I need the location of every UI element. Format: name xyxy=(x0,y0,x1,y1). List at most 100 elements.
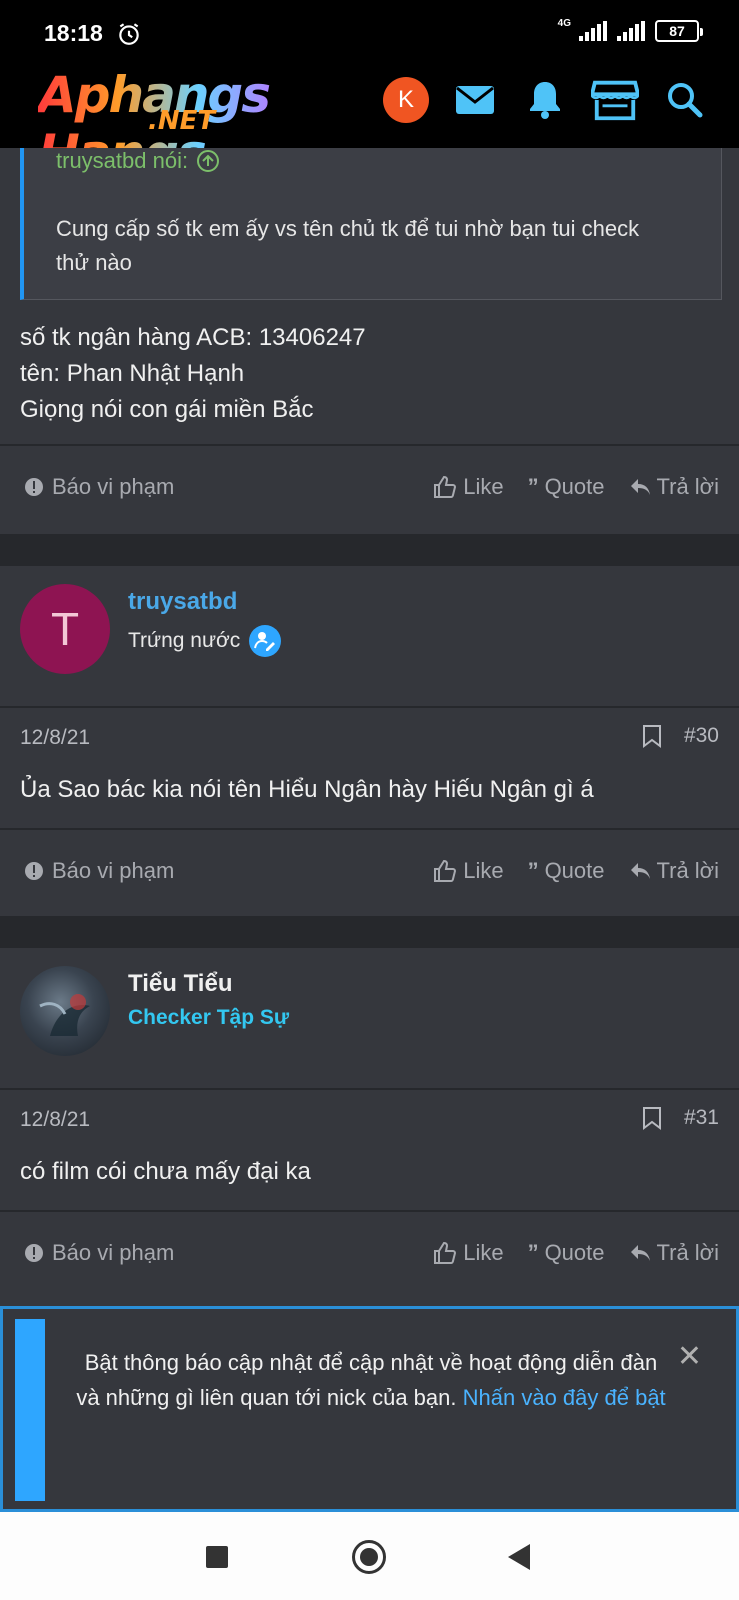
body-line: số tk ngân hàng ACB: 13406247 xyxy=(20,324,366,351)
post-30: 12/8/21 #30 Ủa Sao bác kia nói tên Hiểu … xyxy=(0,706,739,916)
home-button[interactable] xyxy=(352,1540,386,1574)
reply-label: Trả lời xyxy=(656,474,720,499)
system-nav-bar xyxy=(0,1512,739,1600)
alert-icon xyxy=(25,478,43,496)
divider xyxy=(0,828,739,830)
verified-edit-icon xyxy=(249,625,282,657)
username[interactable]: Tiểu Tiểu xyxy=(128,970,232,998)
user-avatar[interactable]: T xyxy=(20,584,110,674)
thumbs-up-icon xyxy=(434,475,457,498)
logo-sub: .NET xyxy=(148,106,216,136)
app-header: Aphangs Hangs .NET K xyxy=(0,62,739,182)
network-type: 4G xyxy=(557,17,571,29)
quote-button[interactable]: ” Quote xyxy=(528,1240,605,1266)
post-number[interactable]: #31 xyxy=(684,1106,719,1130)
divider xyxy=(0,1210,739,1212)
quote-label: Quote xyxy=(544,474,605,499)
reply-icon xyxy=(630,479,650,495)
quote-author-label: truysatbd nói: xyxy=(56,148,189,173)
battery-level: 87 xyxy=(669,23,685,39)
arrow-up-circle-icon[interactable] xyxy=(196,149,220,173)
post-actions: Báo vi phạm Like ” Quote Trả lời xyxy=(0,858,739,898)
alarm-icon xyxy=(119,23,139,45)
quote-marks-icon: ” xyxy=(527,474,539,499)
quote-marks-icon: ” xyxy=(527,1240,539,1265)
alert-icon xyxy=(25,1244,43,1262)
avatar-initial: T xyxy=(50,603,80,655)
close-icon[interactable]: ✕ xyxy=(677,1339,702,1374)
recents-button[interactable] xyxy=(206,1546,228,1568)
user-avatar-image[interactable] xyxy=(20,966,110,1056)
post-meta: 12/8/21 #31 xyxy=(0,1090,739,1150)
reply-label: Trả lời xyxy=(656,1240,720,1265)
divider xyxy=(0,444,739,446)
thread-content: truysatbd nói: Cung cấp số tk em ấy vs t… xyxy=(0,148,739,1308)
thumbs-up-icon xyxy=(434,1241,457,1264)
notification-accent-bar xyxy=(15,1319,45,1501)
post-body: Ủa Sao bác kia nói tên Hiểu Ngân hày Hiế… xyxy=(20,776,594,803)
post-date[interactable]: 12/8/21 xyxy=(20,726,90,750)
search-icon[interactable] xyxy=(661,76,709,124)
report-label: Báo vi phạm xyxy=(52,858,175,883)
post-date[interactable]: 12/8/21 xyxy=(20,1108,90,1132)
user-title: Trứng nước xyxy=(128,624,282,658)
like-button[interactable]: Like xyxy=(433,474,504,500)
signal-icon xyxy=(579,21,607,41)
bookmark-icon[interactable] xyxy=(642,1106,662,1130)
post-meta: 12/8/21 #30 xyxy=(0,708,739,768)
mail-icon[interactable] xyxy=(451,76,499,124)
push-notification-banner[interactable]: Bật thông báo cập nhật để cập nhật về ho… xyxy=(0,1306,739,1512)
reply-button[interactable]: Trả lời xyxy=(629,858,720,884)
quote-block: truysatbd nói: Cung cấp số tk em ấy vs t… xyxy=(20,148,722,300)
reply-button[interactable]: Trả lời xyxy=(629,1240,720,1266)
back-button[interactable] xyxy=(508,1544,530,1570)
report-label: Báo vi phạm xyxy=(52,1240,175,1265)
user-avatar-button[interactable]: K xyxy=(383,77,429,123)
username[interactable]: truysatbd xyxy=(128,588,237,616)
report-button[interactable]: Báo vi phạm xyxy=(24,858,174,884)
like-label: Like xyxy=(463,474,504,499)
post-actions: Báo vi phạm Like ” Quote Trả lời xyxy=(0,474,739,514)
reply-icon xyxy=(630,1245,650,1261)
avatar-illustration xyxy=(39,994,90,1036)
battery-icon: 87 xyxy=(655,20,703,42)
quote-author[interactable]: truysatbd nói: xyxy=(56,148,220,174)
status-bar: 18:18 4G 87 xyxy=(0,0,739,62)
like-button[interactable]: Like xyxy=(433,858,504,884)
quote-marks-icon: ” xyxy=(527,858,539,883)
post-body: có film cói chưa mấy đại ka xyxy=(20,1158,311,1185)
reply-icon xyxy=(630,863,650,879)
user-title-label: Checker Tập Sự xyxy=(128,1006,290,1029)
quote-button[interactable]: ” Quote xyxy=(528,474,605,500)
like-label: Like xyxy=(463,1240,504,1265)
store-icon[interactable] xyxy=(591,76,639,124)
post-31-user: Tiểu Tiểu Checker Tập Sự xyxy=(0,948,739,1088)
quote-label: Quote xyxy=(544,858,605,883)
reply-button[interactable]: Trả lời xyxy=(629,474,720,500)
reply-label: Trả lời xyxy=(656,858,720,883)
bell-icon[interactable] xyxy=(521,76,569,124)
alert-icon xyxy=(25,862,43,880)
notification-text: Bật thông báo cập nhật để cập nhật về ho… xyxy=(71,1345,671,1415)
report-button[interactable]: Báo vi phạm xyxy=(24,1240,174,1266)
like-button[interactable]: Like xyxy=(433,1240,504,1266)
thumbs-up-icon xyxy=(434,859,457,882)
site-logo[interactable]: Aphangs Hangs .NET xyxy=(38,66,358,182)
post-30-user: T truysatbd Trứng nước xyxy=(0,566,739,706)
post-31: 12/8/21 #31 có film cói chưa mấy đại ka … xyxy=(0,1088,739,1308)
post-body: số tk ngân hàng ACB: 13406247 tên: Phan … xyxy=(20,320,366,428)
like-label: Like xyxy=(463,858,504,883)
bookmark-icon[interactable] xyxy=(642,724,662,748)
signal-icon-2 xyxy=(617,21,645,41)
user-title: Checker Tập Sự xyxy=(128,1006,289,1030)
avatar-initial: K xyxy=(397,86,414,113)
enable-notifications-link[interactable]: Nhấn vào đây để bật xyxy=(463,1385,666,1410)
post-number[interactable]: #30 xyxy=(684,724,719,748)
quote-button[interactable]: ” Quote xyxy=(528,858,605,884)
report-label: Báo vi phạm xyxy=(52,474,175,499)
report-button[interactable]: Báo vi phạm xyxy=(24,474,174,500)
body-line: tên: Phan Nhật Hạnh xyxy=(20,360,245,387)
quote-text: Cung cấp số tk em ấy vs tên chủ tk để tu… xyxy=(56,216,640,275)
status-time: 18:18 xyxy=(44,20,103,46)
post-29: truysatbd nói: Cung cấp số tk em ấy vs t… xyxy=(0,148,739,534)
